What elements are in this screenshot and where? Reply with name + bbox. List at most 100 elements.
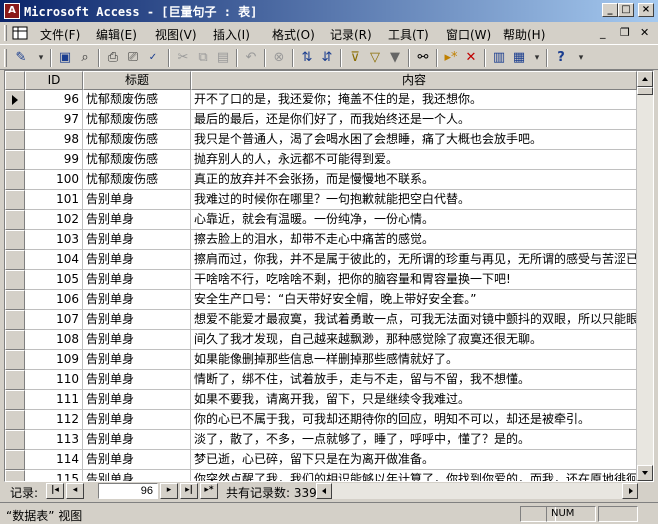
cell-title[interactable]: 忧郁颓废伤感 bbox=[83, 110, 191, 130]
print-icon[interactable]: ⎙ bbox=[104, 49, 122, 67]
record-selector[interactable] bbox=[5, 290, 25, 310]
cell-content[interactable]: 你的心已不属于我，可我却还期待你的回应，明知不可以，却还是被牵引。 bbox=[191, 410, 637, 430]
cell-content[interactable]: 安全生产口号：“白天带好安全帽，晚上带好安全套。” bbox=[191, 290, 637, 310]
record-selector[interactable] bbox=[5, 450, 25, 470]
record-selector[interactable] bbox=[5, 130, 25, 150]
cell-content[interactable]: 淡了，散了，不多，一点就够了，睡了，呼呼中，懂了？是的。 bbox=[191, 430, 637, 450]
menu-insert[interactable]: 插入(I) bbox=[213, 26, 250, 43]
search-file-icon[interactable]: ⌕ bbox=[76, 49, 94, 67]
cell-title[interactable]: 告别单身 bbox=[83, 390, 191, 410]
toolbar-options-icon[interactable]: ▾ bbox=[572, 49, 590, 67]
table-row[interactable]: 101 告别单身 我难过的时候你在哪里？一句抱歉就能把空白代替。 bbox=[5, 190, 637, 210]
record-selector[interactable] bbox=[5, 370, 25, 390]
cell-title[interactable]: 告别单身 bbox=[83, 450, 191, 470]
cell-content[interactable]: 干啥啥不行，吃啥啥不剩，把你的脑容量和胃容量换一下吧! bbox=[191, 270, 637, 290]
table-row[interactable]: 102 告别单身 心靠近，就会有温暖。一份纯净，一份心情。 bbox=[5, 210, 637, 230]
menu-format[interactable]: 格式(O) bbox=[272, 26, 315, 43]
cell-content[interactable]: 我只是个普通人，渴了会喝水困了会想睡，痛了大概也会放手吧。 bbox=[191, 130, 637, 150]
spelling-icon[interactable]: ✓ bbox=[144, 49, 162, 67]
cell-title[interactable]: 告别单身 bbox=[83, 350, 191, 370]
apply-filter-icon[interactable]: ▼ bbox=[386, 49, 404, 67]
cell-title[interactable]: 告别单身 bbox=[83, 410, 191, 430]
table-row[interactable]: 96 忧郁颓废伤感 开不了口的是，我还爱你；掩盖不住的是，我还想你。 bbox=[5, 90, 637, 110]
print-preview-icon[interactable]: ⎚ bbox=[124, 49, 142, 67]
table-row[interactable]: 99 忧郁颓废伤感 抛弃别人的人，永远都不可能得到爱。 bbox=[5, 150, 637, 170]
record-selector[interactable] bbox=[5, 90, 25, 110]
new-record-icon[interactable]: ▸* bbox=[442, 49, 460, 67]
sort-descending-icon[interactable]: ⇵ bbox=[318, 49, 336, 67]
new-object-icon[interactable]: ▦ bbox=[510, 49, 528, 67]
scroll-right-button[interactable] bbox=[622, 483, 638, 499]
record-selector[interactable] bbox=[5, 410, 25, 430]
hyperlink-icon[interactable]: ⊗ bbox=[270, 49, 288, 67]
record-selector[interactable] bbox=[5, 390, 25, 410]
cell-content[interactable]: 梦已逝，心已碎，留下只是在为离开做准备。 bbox=[191, 450, 637, 470]
filter-by-selection-icon[interactable]: ⊽ bbox=[346, 49, 364, 67]
record-selector[interactable] bbox=[5, 150, 25, 170]
cell-id[interactable]: 98 bbox=[25, 130, 83, 150]
cell-content[interactable]: 你突然点醒了我，我们的相识能够以年计算了，你找到你爱的，而我，还在原地徘徊 bbox=[191, 470, 637, 481]
cell-content[interactable]: 如果不要我，请离开我，留下，只是继续令我难过。 bbox=[191, 390, 637, 410]
record-selector[interactable] bbox=[5, 430, 25, 450]
cell-content[interactable]: 真正的放弃并不会张扬，而是慢慢地不联系。 bbox=[191, 170, 637, 190]
access-key-icon[interactable]: A bbox=[4, 3, 20, 19]
cell-title[interactable]: 告别单身 bbox=[83, 470, 191, 481]
record-selector[interactable] bbox=[5, 230, 25, 250]
menu-view[interactable]: 视图(V) bbox=[155, 26, 197, 43]
column-header-title[interactable]: 标题 bbox=[83, 71, 191, 90]
cell-id[interactable]: 110 bbox=[25, 370, 83, 390]
select-all-corner[interactable] bbox=[5, 71, 25, 90]
copy-icon[interactable]: ⧉ bbox=[194, 49, 212, 67]
table-document-icon[interactable] bbox=[12, 25, 28, 41]
close-button[interactable]: × bbox=[638, 3, 654, 17]
delete-record-icon[interactable]: ✕ bbox=[462, 49, 480, 67]
record-selector[interactable] bbox=[5, 110, 25, 130]
record-selector[interactable] bbox=[5, 270, 25, 290]
cell-content[interactable]: 抛弃别人的人，永远都不可能得到爱。 bbox=[191, 150, 637, 170]
cell-content[interactable]: 最后的最后，还是你们好了，而我始终还是一个人。 bbox=[191, 110, 637, 130]
cell-title[interactable]: 告别单身 bbox=[83, 210, 191, 230]
cell-id[interactable]: 111 bbox=[25, 390, 83, 410]
cell-id[interactable]: 96 bbox=[25, 90, 83, 110]
cell-id[interactable]: 102 bbox=[25, 210, 83, 230]
column-header-id[interactable]: ID bbox=[25, 71, 83, 90]
current-record-input[interactable]: 96 bbox=[98, 483, 158, 499]
first-record-button[interactable]: |◂ bbox=[46, 483, 64, 499]
table-row[interactable]: 97 忧郁颓废伤感 最后的最后，还是你们好了，而我始终还是一个人。 bbox=[5, 110, 637, 130]
sort-ascending-icon[interactable]: ⇅ bbox=[298, 49, 316, 67]
cell-id[interactable]: 113 bbox=[25, 430, 83, 450]
cell-id[interactable]: 97 bbox=[25, 110, 83, 130]
table-row[interactable]: 115 告别单身 你突然点醒了我，我们的相识能够以年计算了，你找到你爱的，而我，还在… bbox=[5, 470, 637, 481]
cell-title[interactable]: 告别单身 bbox=[83, 290, 191, 310]
cell-title[interactable]: 忧郁颓废伤感 bbox=[83, 90, 191, 110]
new-object-dropdown-icon[interactable]: ▾ bbox=[528, 49, 546, 67]
column-header-content[interactable]: 内容 bbox=[191, 71, 637, 90]
menu-edit[interactable]: 编辑(E) bbox=[96, 26, 137, 43]
table-row[interactable]: 112 告别单身 你的心已不属于我，可我却还期待你的回应，明知不可以，却还是被牵引。 bbox=[5, 410, 637, 430]
table-row[interactable]: 109 告别单身 如果能像删掉那些信息一样删掉那些感情就好了。 bbox=[5, 350, 637, 370]
cell-id[interactable]: 104 bbox=[25, 250, 83, 270]
cell-title[interactable]: 告别单身 bbox=[83, 270, 191, 290]
menu-tools[interactable]: 工具(T) bbox=[388, 26, 429, 43]
menu-file[interactable]: 文件(F) bbox=[40, 26, 80, 43]
cell-id[interactable]: 103 bbox=[25, 230, 83, 250]
save-icon[interactable]: ▣ bbox=[56, 49, 74, 67]
help-icon[interactable]: ? bbox=[552, 49, 570, 67]
cell-title[interactable]: 忧郁颓废伤感 bbox=[83, 150, 191, 170]
cell-title[interactable]: 告别单身 bbox=[83, 190, 191, 210]
cell-content[interactable]: 心靠近，就会有温暖。一份纯净，一份心情。 bbox=[191, 210, 637, 230]
cell-title[interactable]: 忧郁颓废伤感 bbox=[83, 130, 191, 150]
cell-content[interactable]: 情断了，绑不住，试着放手，走与不走，留与不留，我不想懂。 bbox=[191, 370, 637, 390]
cell-id[interactable]: 108 bbox=[25, 330, 83, 350]
table-row[interactable]: 114 告别单身 梦已逝，心已碎，留下只是在为离开做准备。 bbox=[5, 450, 637, 470]
cell-id[interactable]: 112 bbox=[25, 410, 83, 430]
cell-id[interactable]: 105 bbox=[25, 270, 83, 290]
table-row[interactable]: 110 告别单身 情断了，绑不住，试着放手，走与不走，留与不留，我不想懂。 bbox=[5, 370, 637, 390]
cell-id[interactable]: 107 bbox=[25, 310, 83, 330]
cell-content[interactable]: 我难过的时候你在哪里？一句抱歉就能把空白代替。 bbox=[191, 190, 637, 210]
table-row[interactable]: 103 告别单身 擦去脸上的泪水，却带不走心中痛苦的感觉。 bbox=[5, 230, 637, 250]
cell-id[interactable]: 106 bbox=[25, 290, 83, 310]
database-window-icon[interactable]: ▥ bbox=[490, 49, 508, 67]
cell-content[interactable]: 擦去脸上的泪水，却带不走心中痛苦的感觉。 bbox=[191, 230, 637, 250]
cell-title[interactable]: 告别单身 bbox=[83, 430, 191, 450]
